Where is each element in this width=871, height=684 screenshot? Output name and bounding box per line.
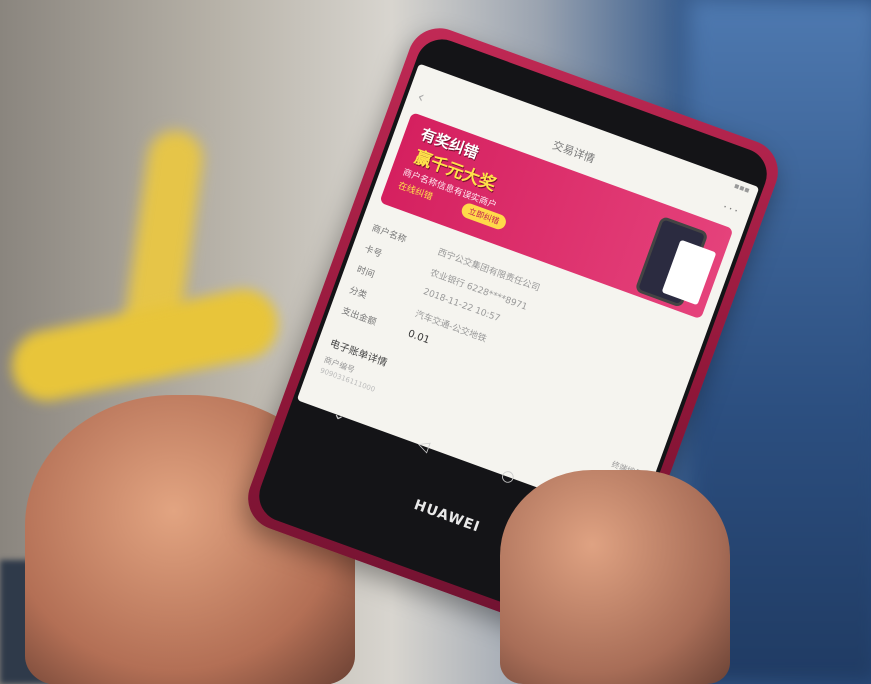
back-triangle-icon[interactable]: ◁ xyxy=(415,435,432,456)
photo: ▪▪▪ ‹ 交易详情 ··· 有奖纠错 赢千元大奖 商户名称信息有误实商户 在线… xyxy=(0,0,871,684)
more-dots-icon[interactable]: ··· xyxy=(721,200,742,219)
back-arrow-icon[interactable]: ‹ xyxy=(415,86,428,106)
amount-value: 0.01 xyxy=(406,327,432,346)
right-hand xyxy=(500,470,730,684)
home-circle-icon[interactable]: ○ xyxy=(499,465,517,486)
nav-hide-icon[interactable]: ⌄ xyxy=(330,404,348,425)
